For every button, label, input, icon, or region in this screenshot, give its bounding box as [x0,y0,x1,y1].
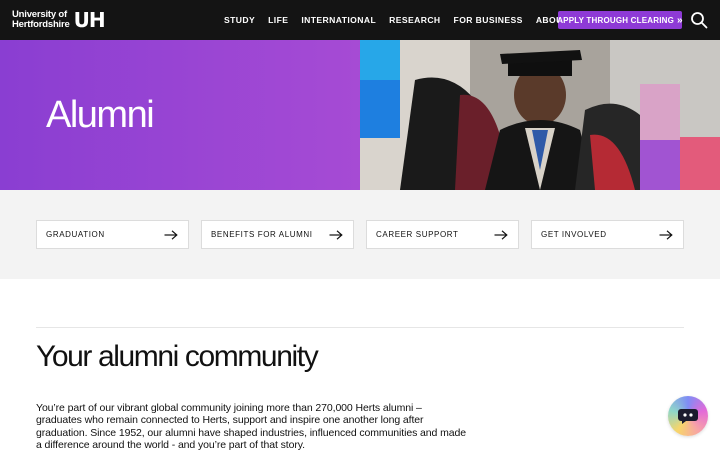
double-chevron-right-icon: » [677,14,683,26]
nav-item-international[interactable]: INTERNATIONAL [301,15,376,25]
quick-link-label: GET INVOLVED [541,230,607,239]
section-divider [36,327,684,328]
section-title: Your alumni community [36,340,319,373]
arrow-right-icon [164,229,178,240]
quick-link-label: BENEFITS FOR ALUMNI [211,230,313,239]
quick-link-get-involved[interactable]: GET INVOLVED [531,220,684,249]
hero-title-panel: Alumni [0,40,360,190]
arrow-right-icon [329,229,343,240]
quick-link-label: GRADUATION [46,230,105,239]
university-logo[interactable]: University of Hertfordshire UH [12,8,106,32]
nav-item-research[interactable]: RESEARCH [389,15,440,25]
quick-link-career-support[interactable]: CAREER SUPPORT [366,220,519,249]
arrow-right-icon [494,229,508,240]
quick-links-band: GRADUATION BENEFITS FOR ALUMNI CAREER SU… [0,190,720,279]
chatbot-icon [678,409,698,424]
hero-image [360,40,720,190]
quick-link-label: CAREER SUPPORT [376,230,459,239]
main-nav: STUDY LIFE INTERNATIONAL RESEARCH FOR BU… [224,0,597,40]
graduate-photo-illustration [360,40,720,190]
chatbot-button[interactable] [668,396,708,436]
site-header: University of Hertfordshire UH STUDY LIF… [0,0,720,40]
intro-paragraph: You’re part of our vibrant global commun… [36,402,466,450]
quick-link-graduation[interactable]: GRADUATION [36,220,189,249]
apply-clearing-button[interactable]: APPLY THROUGH CLEARING » [557,11,683,29]
arrow-right-icon [659,229,673,240]
nav-item-life[interactable]: LIFE [268,15,288,25]
logo-mark: UH [73,8,106,32]
search-icon[interactable] [690,11,708,29]
page-title: Alumni [46,94,155,136]
nav-item-study[interactable]: STUDY [224,15,255,25]
hero-banner: Alumni [0,40,720,190]
logo-wordmark: University of Hertfordshire [12,10,70,30]
logo-line-2: Hertfordshire [12,19,70,30]
quick-link-benefits[interactable]: BENEFITS FOR ALUMNI [201,220,354,249]
apply-clearing-label: APPLY THROUGH CLEARING [557,15,675,25]
nav-item-for-business[interactable]: FOR BUSINESS [454,15,523,25]
